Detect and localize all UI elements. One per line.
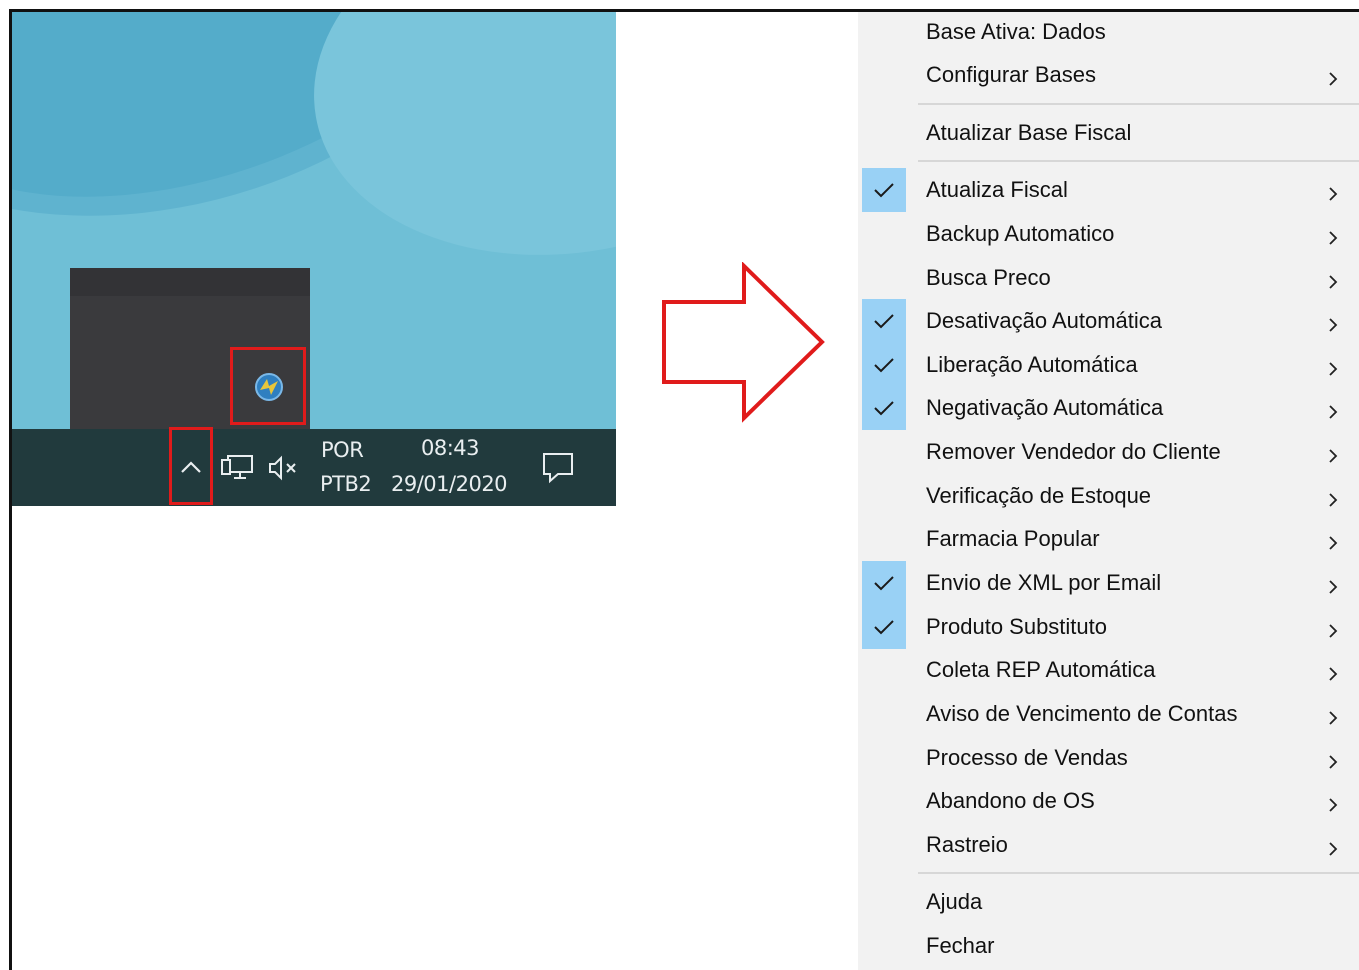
menu-item-busca-preco[interactable]: Busca Preco xyxy=(858,256,1359,300)
menu-separator xyxy=(918,160,1359,162)
submenu-chevron-right-icon xyxy=(1327,270,1339,289)
submenu-chevron-right-icon xyxy=(1327,575,1339,594)
network-icon[interactable] xyxy=(220,452,254,488)
menu-item-backup-automatico[interactable]: Backup Automatico xyxy=(858,212,1359,256)
menu-item-abandono-de-os[interactable]: Abandono de OS xyxy=(858,779,1359,823)
menu-item-label: Atualizar Base Fiscal xyxy=(926,120,1132,145)
menu-item-negativação-automática[interactable]: Negativação Automática xyxy=(858,386,1359,430)
menu-item-liberação-automática[interactable]: Liberação Automática xyxy=(858,343,1359,387)
submenu-chevron-right-icon xyxy=(1327,619,1339,638)
menu-item-label: Processo de Vendas xyxy=(926,745,1128,770)
menu-item-label: Negativação Automática xyxy=(926,395,1164,420)
submenu-chevron-right-icon xyxy=(1327,400,1339,419)
submenu-chevron-right-icon xyxy=(1327,313,1339,332)
menu-item-label: Desativação Automática xyxy=(926,308,1163,333)
menu-item-aviso-de-vencimento-de-contas[interactable]: Aviso de Vencimento de Contas xyxy=(858,692,1359,736)
keyboard-layout-label[interactable]: PTB2 xyxy=(320,472,372,496)
menu-item-atualizar-base-fiscal[interactable]: Atualizar Base Fiscal xyxy=(858,111,1359,155)
checkmark-icon xyxy=(862,561,906,605)
menu-item-label: Busca Preco xyxy=(926,265,1051,290)
menu-item-label: Abandono de OS xyxy=(926,788,1095,813)
menu-item-label: Coleta REP Automática xyxy=(926,657,1156,682)
menu-item-farmacia-popular[interactable]: Farmacia Popular xyxy=(858,517,1359,561)
menu-item-verificação-de-estoque[interactable]: Verificação de Estoque xyxy=(858,474,1359,518)
checkmark-icon xyxy=(862,343,906,387)
menu-item-ajuda[interactable]: Ajuda xyxy=(858,880,1359,924)
menu-item-coleta-rep-automática[interactable]: Coleta REP Automática xyxy=(858,648,1359,692)
submenu-chevron-right-icon xyxy=(1327,444,1339,463)
menu-separator xyxy=(918,103,1359,105)
submenu-chevron-right-icon xyxy=(1327,531,1339,550)
menu-item-desativação-automática[interactable]: Desativação Automática xyxy=(858,299,1359,343)
menu-item-label: Envio de XML por Email xyxy=(926,570,1162,595)
taskbar xyxy=(12,429,616,506)
notifications-icon[interactable] xyxy=(540,450,576,488)
menu-separator xyxy=(918,872,1359,874)
show-hidden-icons-chevron-icon[interactable] xyxy=(176,452,206,486)
submenu-chevron-right-icon xyxy=(1327,662,1339,681)
menu-item-label: Base Ativa: Dados xyxy=(926,19,1106,44)
menu-item-label: Fechar xyxy=(926,933,995,958)
submenu-chevron-right-icon xyxy=(1327,750,1339,769)
clock-date[interactable]: 29/01/2020 xyxy=(391,472,508,496)
menu-item-base-ativa-dados[interactable]: Base Ativa: Dados xyxy=(858,10,1359,54)
menu-item-rastreio[interactable]: Rastreio xyxy=(858,823,1359,867)
submenu-chevron-right-icon xyxy=(1327,706,1339,725)
submenu-chevron-right-icon xyxy=(1327,357,1339,376)
submenu-chevron-right-icon xyxy=(1327,226,1339,245)
input-language-label[interactable]: POR xyxy=(321,438,364,462)
submenu-chevron-right-icon xyxy=(1327,837,1339,856)
menu-item-envio-de-xml-por-email[interactable]: Envio de XML por Email xyxy=(858,561,1359,605)
menu-item-label: Backup Automatico xyxy=(926,221,1115,246)
menu-item-produto-substituto[interactable]: Produto Substituto xyxy=(858,605,1359,649)
checkmark-icon xyxy=(862,605,906,649)
menu-item-label: Remover Vendedor do Cliente xyxy=(926,439,1221,464)
menu-item-label: Produto Substituto xyxy=(926,614,1108,639)
menu-item-label: Rastreio xyxy=(926,832,1008,857)
right-arrow-indicator xyxy=(660,261,830,430)
submenu-chevron-right-icon xyxy=(1327,488,1339,507)
menu-item-label: Verificação de Estoque xyxy=(926,483,1152,508)
checkmark-icon xyxy=(862,168,906,212)
submenu-chevron-right-icon xyxy=(1327,182,1339,201)
submenu-chevron-right-icon xyxy=(1327,67,1339,86)
menu-item-label: Aviso de Vencimento de Contas xyxy=(926,701,1238,726)
menu-item-atualiza-fiscal[interactable]: Atualiza Fiscal xyxy=(858,168,1359,212)
clock-time[interactable]: 08:43 xyxy=(421,436,480,460)
submenu-chevron-right-icon xyxy=(1327,793,1339,812)
checkmark-icon xyxy=(862,386,906,430)
menu-item-fechar[interactable]: Fechar xyxy=(858,924,1359,968)
menu-item-label: Ajuda xyxy=(926,889,983,914)
volume-muted-icon[interactable] xyxy=(266,452,302,488)
menu-item-processo-de-vendas[interactable]: Processo de Vendas xyxy=(858,736,1359,780)
menu-item-label: Configurar Bases xyxy=(926,62,1096,87)
menu-item-label: Liberação Automática xyxy=(926,352,1138,377)
checkmark-icon xyxy=(862,299,906,343)
menu-item-label: Atualiza Fiscal xyxy=(926,177,1068,202)
menu-item-configurar-bases[interactable]: Configurar Bases xyxy=(858,53,1359,97)
app-tray-icon[interactable] xyxy=(252,370,286,404)
menu-item-label: Farmacia Popular xyxy=(926,526,1100,551)
menu-item-remover-vendedor-do-cliente[interactable]: Remover Vendedor do Cliente xyxy=(858,430,1359,474)
